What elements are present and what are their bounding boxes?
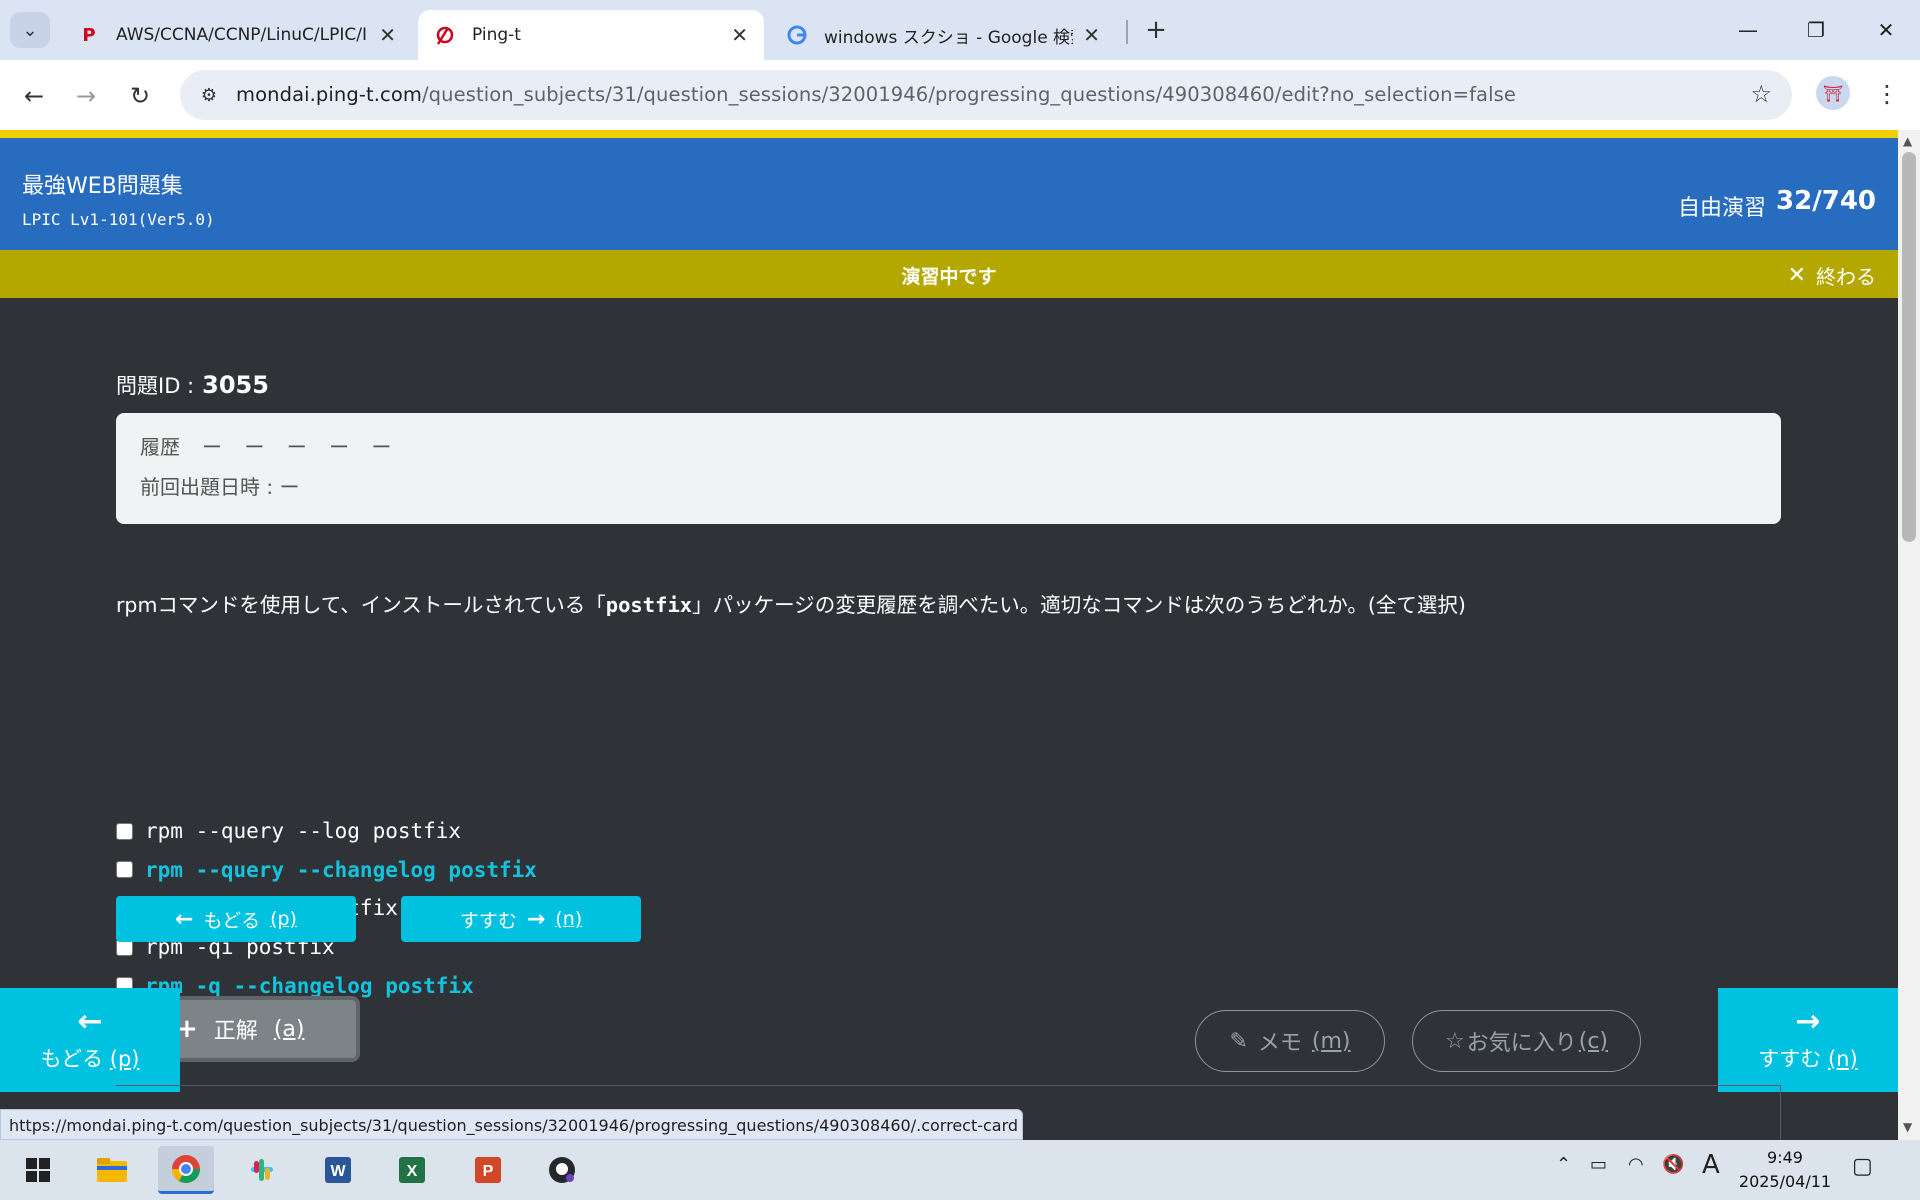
word-icon[interactable]: W xyxy=(310,1146,366,1194)
tab-title: windows スクショ - Google 検索 xyxy=(824,27,1074,48)
powerpoint-icon[interactable]: P xyxy=(460,1146,516,1194)
history-row: 履歴ー ー ー ー ー xyxy=(140,435,400,459)
brand-title: 最強WEB問題集 xyxy=(22,174,183,199)
svg-text:W: W xyxy=(330,1163,346,1180)
battery-icon[interactable]: ▭ xyxy=(1590,1154,1607,1175)
window-close-icon[interactable]: ✕ xyxy=(1866,12,1906,48)
tab-title: Ping-t xyxy=(472,25,521,45)
question-id: 問題ID :3055 xyxy=(116,371,269,399)
windows-start-icon[interactable] xyxy=(10,1146,66,1194)
svg-text:P: P xyxy=(483,1163,494,1180)
star-outline-icon: ☆ xyxy=(1444,1028,1465,1054)
scroll-up-arrow-icon[interactable]: ▲ xyxy=(1903,134,1912,148)
tray-chevron-up-icon[interactable]: ⌃ xyxy=(1556,1154,1571,1175)
next-button[interactable]: すすむ → (n) xyxy=(401,896,641,942)
memo-button[interactable]: ✎ メモ (m) xyxy=(1195,1010,1385,1072)
show-answer-button[interactable]: + 正解 (a) xyxy=(160,996,360,1062)
history-marks: ー ー ー ー ー xyxy=(202,435,400,459)
tab-ping-t[interactable]: Ping-t ✕ xyxy=(418,10,764,60)
arrow-right-icon: → xyxy=(1795,1004,1821,1039)
link-status-bubble: https://mondai.ping-t.com/question_subje… xyxy=(0,1109,1023,1140)
site-header: 最強WEB問題集 LPIC Lv1-101(Ver5.0) 自由演習 32/74… xyxy=(0,138,1898,250)
tab-title: AWS/CCNA/CCNP/LinuC/LPIC/I xyxy=(116,25,367,45)
wifi-icon[interactable]: ◠ xyxy=(1628,1154,1644,1175)
taskbar: W X P ⌃ ▭ ◠ 🔇 A 9:49 2025/04/11 ▢ xyxy=(0,1140,1920,1200)
question-progress: 32/740 xyxy=(1776,186,1876,216)
favorite-button[interactable]: ☆ お気に入り (c) xyxy=(1412,1010,1641,1072)
notification-icon[interactable]: ▢ xyxy=(1852,1154,1873,1179)
url-text[interactable]: mondai.ping-t.com/question_subjects/31/q… xyxy=(236,83,1516,106)
slack-icon[interactable] xyxy=(234,1146,290,1194)
back-button[interactable]: ← もどる (p) xyxy=(116,896,356,942)
divider xyxy=(116,1085,1781,1086)
end-session-button[interactable]: ✕ 終わる xyxy=(1788,261,1876,290)
scroll-down-arrow-icon[interactable]: ▼ xyxy=(1903,1120,1912,1134)
arrow-left-icon: ← xyxy=(175,906,194,932)
last-asked-date: 前回出題日時 : ー xyxy=(140,475,300,499)
bookmark-star-icon[interactable]: ☆ xyxy=(1750,80,1772,108)
excel-icon[interactable]: X xyxy=(384,1146,440,1194)
reload-icon[interactable]: ↻ xyxy=(120,76,160,116)
status-message: 演習中です xyxy=(901,266,997,288)
course-name: LPIC Lv1-101(Ver5.0) xyxy=(22,210,215,229)
side-next-button[interactable]: → すすむ (n) xyxy=(1718,988,1898,1092)
more-menu-icon[interactable]: ⋮ xyxy=(1872,76,1902,112)
chevron-down-icon: ⌄ xyxy=(22,19,38,41)
ime-indicator[interactable]: A xyxy=(1702,1150,1720,1180)
page-scrollbar[interactable]: ▲ ▼ xyxy=(1898,130,1920,1140)
divider xyxy=(1780,1085,1781,1140)
close-icon[interactable]: ✕ xyxy=(731,23,748,47)
option-checkbox[interactable] xyxy=(116,822,133,840)
practice-mode: 自由演習 xyxy=(1677,196,1766,221)
question-text: rpmコマンドを使用して、インストールされている「postfix」パッケージの変… xyxy=(116,593,1466,617)
arrow-right-icon: → xyxy=(526,906,546,932)
back-arrow-icon[interactable]: ← xyxy=(14,76,54,116)
ping-t-p-favicon-icon: P xyxy=(82,24,96,46)
profile-avatar-icon[interactable]: ⛩ xyxy=(1816,76,1850,110)
tab-search-button[interactable]: ⌄ xyxy=(10,12,50,48)
option-1[interactable]: rpm --query --log postfix xyxy=(116,812,537,851)
option-checkbox[interactable] xyxy=(116,861,133,879)
pencil-icon: ✎ xyxy=(1229,1028,1248,1054)
browser-tab-bar: ⌄ P AWS/CCNA/CCNP/LinuC/LPIC/I ✕ Ping-t … xyxy=(0,0,1920,60)
clock[interactable]: 9:49 2025/04/11 xyxy=(1730,1146,1840,1194)
history-card: 履歴ー ー ー ー ー 前回出題日時 : ー xyxy=(116,413,1781,524)
new-tab-plus-icon[interactable]: + xyxy=(1138,12,1174,48)
status-bar: 演習中です ✕ 終わる xyxy=(0,250,1898,298)
tab-aws[interactable]: P AWS/CCNA/CCNP/LinuC/LPIC/I ✕ xyxy=(62,10,412,60)
browser-toolbar: ← → ↻ ⚙ mondai.ping-t.com/question_subje… xyxy=(0,60,1920,130)
arrow-left-icon: ← xyxy=(77,1004,103,1039)
tab-separator xyxy=(1126,20,1128,44)
page-content: 最強WEB問題集 LPIC Lv1-101(Ver5.0) 自由演習 32/74… xyxy=(0,130,1898,1140)
ping-t-logo-icon xyxy=(434,24,456,46)
scrollbar-thumb[interactable] xyxy=(1902,152,1916,542)
close-x-icon: ✕ xyxy=(1787,263,1806,288)
svg-text:X: X xyxy=(407,1163,418,1180)
chrome-icon[interactable] xyxy=(158,1146,214,1194)
close-icon[interactable]: ✕ xyxy=(1083,23,1100,47)
speaker-muted-icon[interactable]: 🔇 xyxy=(1662,1154,1684,1175)
tab-google[interactable]: windows スクショ - Google 検索 ✕ xyxy=(770,10,1116,60)
page-top-accent xyxy=(0,130,1898,138)
file-explorer-icon[interactable] xyxy=(84,1146,140,1194)
close-icon[interactable]: ✕ xyxy=(379,23,396,47)
end-label: 終わる xyxy=(1816,265,1876,289)
side-back-button[interactable]: ← もどる (p) xyxy=(0,988,180,1092)
google-g-icon xyxy=(786,24,808,46)
minimize-icon[interactable]: — xyxy=(1728,12,1768,48)
site-settings-icon[interactable]: ⚙ xyxy=(196,82,222,108)
option-2[interactable]: rpm --query --changelog postfix xyxy=(116,851,537,890)
restore-icon[interactable]: ❐ xyxy=(1796,12,1836,48)
github-desktop-icon[interactable] xyxy=(534,1146,590,1194)
forward-arrow-icon[interactable]: → xyxy=(66,76,106,116)
address-bar[interactable]: ⚙ mondai.ping-t.com/question_subjects/31… xyxy=(180,70,1792,120)
